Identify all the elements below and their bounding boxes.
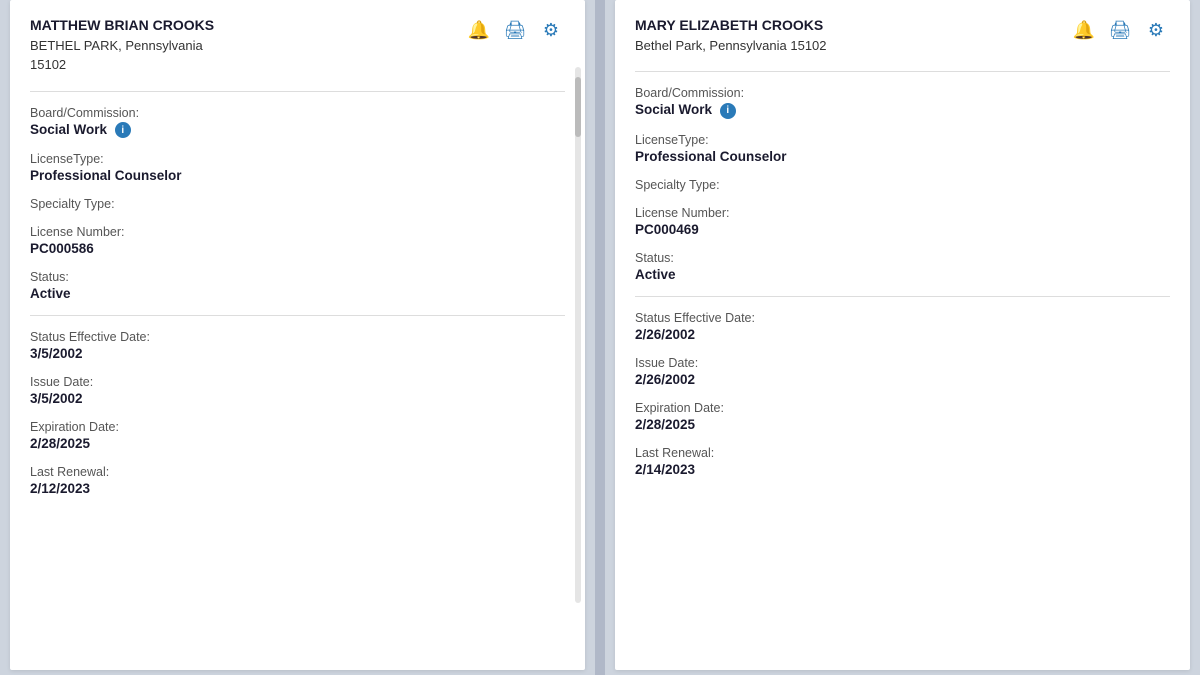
card-matthew: MATTHEW BRIAN CROOKS BETHEL PARK, Pennsy… bbox=[10, 0, 585, 670]
status-group-mary: Status: Active bbox=[635, 251, 1170, 282]
board-commission-value-mary: Social Work i bbox=[635, 102, 1170, 118]
license-type-value-mary: Professional Counselor bbox=[635, 149, 1170, 164]
expiration-date-label-mary: Expiration Date: bbox=[635, 401, 1170, 415]
card-identity-matthew: MATTHEW BRIAN CROOKS BETHEL PARK, Pennsy… bbox=[30, 16, 214, 75]
last-renewal-label-mary: Last Renewal: bbox=[635, 446, 1170, 460]
status-value-mary: Active bbox=[635, 267, 1170, 282]
board-commission-label-mary: Board/Commission: bbox=[635, 86, 1170, 100]
issue-date-value-mary: 2/26/2002 bbox=[635, 372, 1170, 387]
license-type-label-matthew: LicenseType: bbox=[30, 152, 565, 166]
last-renewal-value-mary: 2/14/2023 bbox=[635, 462, 1170, 477]
board-commission-group-matthew: Board/Commission: Social Work i bbox=[30, 106, 565, 138]
right-card-wrapper: MARY ELIZABETH CROOKS Bethel Park, Penns… bbox=[605, 0, 1200, 675]
icon-group-matthew: 🔔 🖨 ⚙ bbox=[465, 16, 565, 44]
issue-date-label-mary: Issue Date: bbox=[635, 356, 1170, 370]
status-eff-date-label-mary: Status Effective Date: bbox=[635, 311, 1170, 325]
page-container: MATTHEW BRIAN CROOKS BETHEL PARK, Pennsy… bbox=[0, 0, 1200, 675]
info-icon-matthew[interactable]: i bbox=[115, 122, 131, 138]
status-label-matthew: Status: bbox=[30, 270, 565, 284]
left-card-wrapper: MATTHEW BRIAN CROOKS BETHEL PARK, Pennsy… bbox=[0, 0, 595, 675]
license-number-group-matthew: License Number: PC000586 bbox=[30, 225, 565, 256]
license-type-value-matthew: Professional Counselor bbox=[30, 168, 565, 183]
license-number-label-matthew: License Number: bbox=[30, 225, 565, 239]
status-group-matthew: Status: Active bbox=[30, 270, 565, 301]
specialty-type-group-matthew: Specialty Type: bbox=[30, 197, 565, 211]
divider-mid-matthew bbox=[30, 315, 565, 316]
status-value-matthew: Active bbox=[30, 286, 565, 301]
license-type-label-mary: LicenseType: bbox=[635, 133, 1170, 147]
board-commission-group-mary: Board/Commission: Social Work i bbox=[635, 86, 1170, 118]
status-eff-date-group-mary: Status Effective Date: 2/26/2002 bbox=[635, 311, 1170, 342]
bell-icon-matthew[interactable]: 🔔 bbox=[465, 16, 493, 44]
card-header-matthew: MATTHEW BRIAN CROOKS BETHEL PARK, Pennsy… bbox=[30, 16, 565, 75]
board-commission-label-matthew: Board/Commission: bbox=[30, 106, 565, 120]
print-icon-mary[interactable]: 🖨 bbox=[1106, 16, 1134, 44]
status-eff-date-value-matthew: 3/5/2002 bbox=[30, 346, 565, 361]
card-address-line2-matthew: 15102 bbox=[30, 55, 214, 75]
card-name-matthew: MATTHEW BRIAN CROOKS bbox=[30, 16, 214, 36]
license-type-group-mary: LicenseType: Professional Counselor bbox=[635, 133, 1170, 164]
card-name-mary: MARY ELIZABETH CROOKS bbox=[635, 16, 827, 36]
gear-icon-matthew[interactable]: ⚙ bbox=[537, 16, 565, 44]
expiration-date-label-matthew: Expiration Date: bbox=[30, 420, 565, 434]
expiration-date-group-matthew: Expiration Date: 2/28/2025 bbox=[30, 420, 565, 451]
issue-date-label-matthew: Issue Date: bbox=[30, 375, 565, 389]
info-icon-mary[interactable]: i bbox=[720, 103, 736, 119]
license-number-label-mary: License Number: bbox=[635, 206, 1170, 220]
last-renewal-label-matthew: Last Renewal: bbox=[30, 465, 565, 479]
specialty-type-label-mary: Specialty Type: bbox=[635, 178, 1170, 192]
card-address-line1-matthew: BETHEL PARK, Pennsylvania bbox=[30, 36, 214, 56]
last-renewal-value-matthew: 2/12/2023 bbox=[30, 481, 565, 496]
license-number-group-mary: License Number: PC000469 bbox=[635, 206, 1170, 237]
expiration-date-value-matthew: 2/28/2025 bbox=[30, 436, 565, 451]
board-commission-value-matthew: Social Work i bbox=[30, 122, 565, 138]
center-divider bbox=[595, 0, 605, 675]
expiration-date-group-mary: Expiration Date: 2/28/2025 bbox=[635, 401, 1170, 432]
divider-top-mary bbox=[635, 71, 1170, 72]
divider-top-matthew bbox=[30, 91, 565, 92]
icon-group-mary: 🔔 🖨 ⚙ bbox=[1070, 16, 1170, 44]
gear-icon-mary[interactable]: ⚙ bbox=[1142, 16, 1170, 44]
specialty-type-label-matthew: Specialty Type: bbox=[30, 197, 565, 211]
last-renewal-group-mary: Last Renewal: 2/14/2023 bbox=[635, 446, 1170, 477]
card-address-line1-mary: Bethel Park, Pennsylvania 15102 bbox=[635, 36, 827, 56]
license-number-value-matthew: PC000586 bbox=[30, 241, 565, 256]
status-eff-date-value-mary: 2/26/2002 bbox=[635, 327, 1170, 342]
specialty-type-group-mary: Specialty Type: bbox=[635, 178, 1170, 192]
bell-icon-mary[interactable]: 🔔 bbox=[1070, 16, 1098, 44]
last-renewal-group-matthew: Last Renewal: 2/12/2023 bbox=[30, 465, 565, 496]
issue-date-value-matthew: 3/5/2002 bbox=[30, 391, 565, 406]
scrollbar-thumb-matthew[interactable] bbox=[575, 77, 581, 137]
status-label-mary: Status: bbox=[635, 251, 1170, 265]
issue-date-group-matthew: Issue Date: 3/5/2002 bbox=[30, 375, 565, 406]
card-mary: MARY ELIZABETH CROOKS Bethel Park, Penns… bbox=[615, 0, 1190, 670]
print-icon-matthew[interactable]: 🖨 bbox=[501, 16, 529, 44]
license-type-group-matthew: LicenseType: Professional Counselor bbox=[30, 152, 565, 183]
status-eff-date-group-matthew: Status Effective Date: 3/5/2002 bbox=[30, 330, 565, 361]
status-eff-date-label-matthew: Status Effective Date: bbox=[30, 330, 565, 344]
expiration-date-value-mary: 2/28/2025 bbox=[635, 417, 1170, 432]
card-identity-mary: MARY ELIZABETH CROOKS Bethel Park, Penns… bbox=[635, 16, 827, 55]
card-header-mary: MARY ELIZABETH CROOKS Bethel Park, Penns… bbox=[635, 16, 1170, 55]
divider-mid-mary bbox=[635, 296, 1170, 297]
license-number-value-mary: PC000469 bbox=[635, 222, 1170, 237]
issue-date-group-mary: Issue Date: 2/26/2002 bbox=[635, 356, 1170, 387]
scrollbar-track-matthew[interactable] bbox=[575, 67, 581, 603]
